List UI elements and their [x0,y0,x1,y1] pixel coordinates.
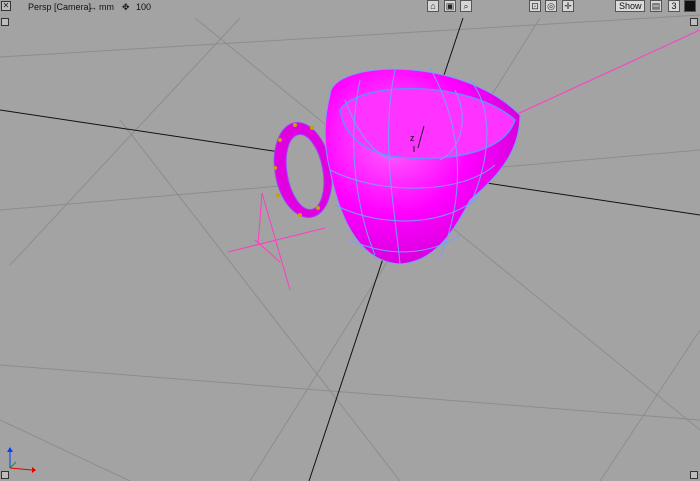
move-arrows-icon: ↔ [88,2,97,12]
corner-top-right-marker [690,18,698,26]
target-icon[interactable]: ◎ [545,0,557,12]
units-label[interactable]: mm [99,1,114,13]
view-label[interactable]: Persp [Camera] [28,1,91,13]
zoom-icon[interactable]: ✥ [122,1,130,13]
corner-bottom-left-marker [1,471,9,479]
layout-number-button[interactable]: 3 [668,0,680,12]
show-button[interactable]: Show [615,0,645,12]
magnify-icon[interactable]: ⌕ [460,0,472,12]
viewport-toolbar: ✕ Persp [Camera] ↔ mm ✥ 100 ⌂ ▣ ⌕ ⊡ ◎ ✛ … [0,0,700,14]
3d-viewport[interactable]: z ✕ Persp [Camera] ↔ mm ✥ 100 ⌂ ▣ ⌕ ⊡ ◎ … [0,0,700,481]
corner-bottom-right-marker [690,471,698,479]
color-square-icon[interactable] [684,0,696,12]
zoom-value[interactable]: 100 [136,1,151,13]
camera-icon[interactable]: ⌂ [427,0,439,12]
bounding-box-icon[interactable]: ⊡ [529,0,541,12]
z-axis-label: z [410,133,415,143]
scene-canvas[interactable]: z [0,0,700,481]
axis-gizmo [7,447,36,473]
move-icon[interactable]: ✛ [562,0,574,12]
frame-icon[interactable]: ▤ [650,0,662,12]
film-icon[interactable]: ▣ [444,0,456,12]
corner-top-left-marker [1,18,9,26]
viewport-corner-icon[interactable]: ✕ [1,1,11,11]
cup-body[interactable] [324,67,521,265]
